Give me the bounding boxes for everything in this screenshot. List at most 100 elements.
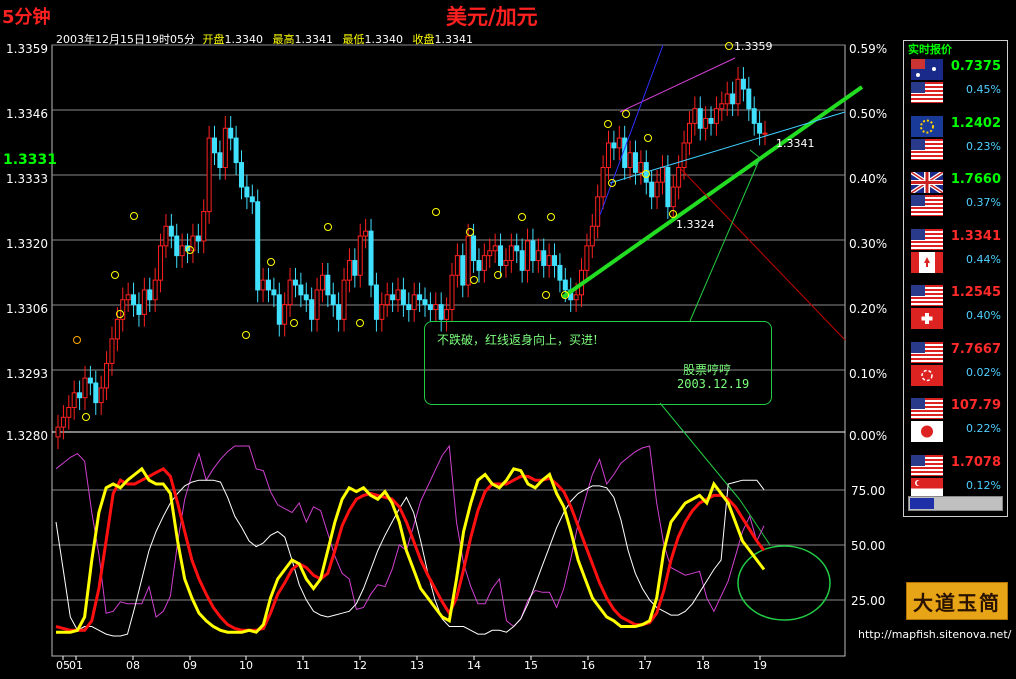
candle-up bbox=[141, 289, 147, 315]
candle-up bbox=[676, 166, 682, 188]
candle-up bbox=[163, 225, 169, 247]
candle-down bbox=[557, 264, 563, 281]
candle-up bbox=[713, 108, 719, 124]
candle-up bbox=[357, 235, 363, 276]
candle-down bbox=[325, 274, 331, 296]
quotes-panel: 实时报价 0.7375 0.45% 1.2402 0.23% 1.7660 0.37% 1.… bbox=[903, 40, 1008, 517]
swing-point-marker bbox=[73, 336, 81, 344]
candle-up bbox=[104, 362, 110, 389]
candle-up bbox=[319, 274, 325, 291]
quote-price: 1.7660 bbox=[950, 172, 1001, 187]
candle-down bbox=[368, 230, 374, 286]
candle-up bbox=[703, 117, 709, 129]
oscillator-tick-label: 25.00 bbox=[851, 594, 885, 608]
swing-point-marker bbox=[267, 258, 275, 266]
pct-tick-label: 0.30% bbox=[849, 237, 887, 251]
candle-up bbox=[627, 152, 633, 168]
quote-price: 1.2402 bbox=[950, 115, 1001, 131]
usa-flag-icon bbox=[911, 454, 943, 476]
candle-down bbox=[471, 235, 477, 262]
quotes-scrollbar[interactable] bbox=[908, 496, 1003, 511]
candle-down bbox=[271, 289, 277, 296]
candle-up bbox=[595, 196, 601, 227]
candle-up bbox=[346, 260, 352, 281]
x-tick-label: 15 bbox=[524, 659, 538, 672]
candle-down bbox=[611, 142, 617, 149]
price-tick-label: 1.3293 bbox=[6, 367, 48, 381]
high-label: 最高 bbox=[272, 33, 295, 46]
high-value: 1.3341 bbox=[294, 33, 333, 46]
candle-down bbox=[417, 294, 423, 301]
candle-up bbox=[546, 255, 552, 266]
candle-up bbox=[201, 211, 207, 242]
candle-down bbox=[212, 137, 218, 154]
candle-up bbox=[260, 279, 266, 291]
price-tick-label: 1.3346 bbox=[6, 107, 48, 121]
x-tick-label: 19 bbox=[753, 659, 767, 672]
candle-down bbox=[649, 181, 655, 198]
candle-up bbox=[179, 245, 185, 257]
candle-down bbox=[498, 245, 504, 266]
australia-flag-icon bbox=[911, 59, 943, 80]
x-tick-label: 01 bbox=[69, 659, 83, 672]
candle-up bbox=[314, 289, 320, 320]
candle-up bbox=[282, 304, 288, 325]
candle-up bbox=[114, 318, 120, 340]
quote-row[interactable]: 107.79 0.22% bbox=[904, 392, 1007, 450]
candle-down bbox=[77, 392, 83, 399]
x-tick-label: 11 bbox=[296, 659, 310, 672]
resistance-line bbox=[679, 167, 846, 341]
x-tick-label: 12 bbox=[353, 659, 367, 672]
usa-flag-icon bbox=[911, 228, 943, 250]
candle-up bbox=[379, 304, 385, 320]
quote-row[interactable]: 7.7667 0.02% bbox=[904, 336, 1007, 394]
x-tick-label: 08 bbox=[126, 659, 140, 672]
low-label: 最低 bbox=[342, 33, 365, 46]
candle-up bbox=[152, 279, 158, 301]
price-tick-label: 1.3306 bbox=[6, 302, 48, 316]
candle-down bbox=[476, 260, 482, 271]
swing-point-marker bbox=[130, 212, 138, 220]
candle-up bbox=[363, 230, 369, 237]
candle-up bbox=[719, 103, 725, 110]
usa-flag-icon bbox=[911, 195, 943, 216]
candle-down bbox=[390, 294, 396, 301]
candle-down bbox=[632, 152, 638, 173]
quote-row[interactable]: 1.2545 0.40% bbox=[904, 279, 1007, 337]
usa-flag-icon bbox=[911, 398, 943, 419]
quote-row[interactable]: 1.7660 0.37% bbox=[904, 166, 1007, 224]
brand-logo: 大道玉简 bbox=[906, 582, 1008, 620]
swing-point-marker bbox=[644, 134, 652, 142]
candle-down bbox=[303, 294, 309, 301]
quote-change-pct: 0.40% bbox=[966, 309, 1001, 322]
candle-down bbox=[730, 93, 736, 105]
quote-price: 0.7375 bbox=[950, 59, 1001, 74]
candle-down bbox=[228, 127, 234, 139]
scroll-thumb[interactable] bbox=[910, 498, 934, 509]
logo-text: 大道玉简 bbox=[913, 591, 1001, 615]
chart-title: 美元/加元 bbox=[446, 5, 538, 29]
quote-row[interactable]: 1.2402 0.23% bbox=[904, 110, 1007, 168]
candle-down bbox=[708, 117, 714, 124]
candle-down bbox=[562, 279, 568, 291]
swing-point-marker bbox=[290, 319, 298, 327]
candle-up bbox=[724, 93, 730, 105]
quote-row[interactable]: 0.7375 0.45% bbox=[904, 53, 1007, 111]
candle-down bbox=[87, 377, 93, 384]
candle-up bbox=[341, 279, 347, 320]
note-date: 2003.12.19 bbox=[677, 377, 750, 391]
quote-change-pct: 0.02% bbox=[966, 365, 1001, 379]
ohlc-info: 2003年12月15日19时05分 开盘1.3340 最高1.3341 最低1.… bbox=[56, 31, 473, 47]
switzerland-flag-icon bbox=[911, 308, 943, 329]
candle-down bbox=[665, 166, 671, 208]
candle-down bbox=[255, 201, 261, 291]
quote-row[interactable]: 1.3341 0.44% bbox=[904, 223, 1007, 281]
pct-tick-label: 0.00% bbox=[849, 429, 887, 443]
candle-down bbox=[552, 255, 558, 266]
candle-up bbox=[503, 260, 509, 266]
footer-url[interactable]: http://mapfish.sitenova.net/ bbox=[858, 628, 1011, 641]
hongkong-flag-icon bbox=[911, 364, 943, 386]
swing-point-marker bbox=[82, 413, 90, 421]
candle-down bbox=[541, 250, 547, 266]
candle-down bbox=[740, 78, 746, 90]
